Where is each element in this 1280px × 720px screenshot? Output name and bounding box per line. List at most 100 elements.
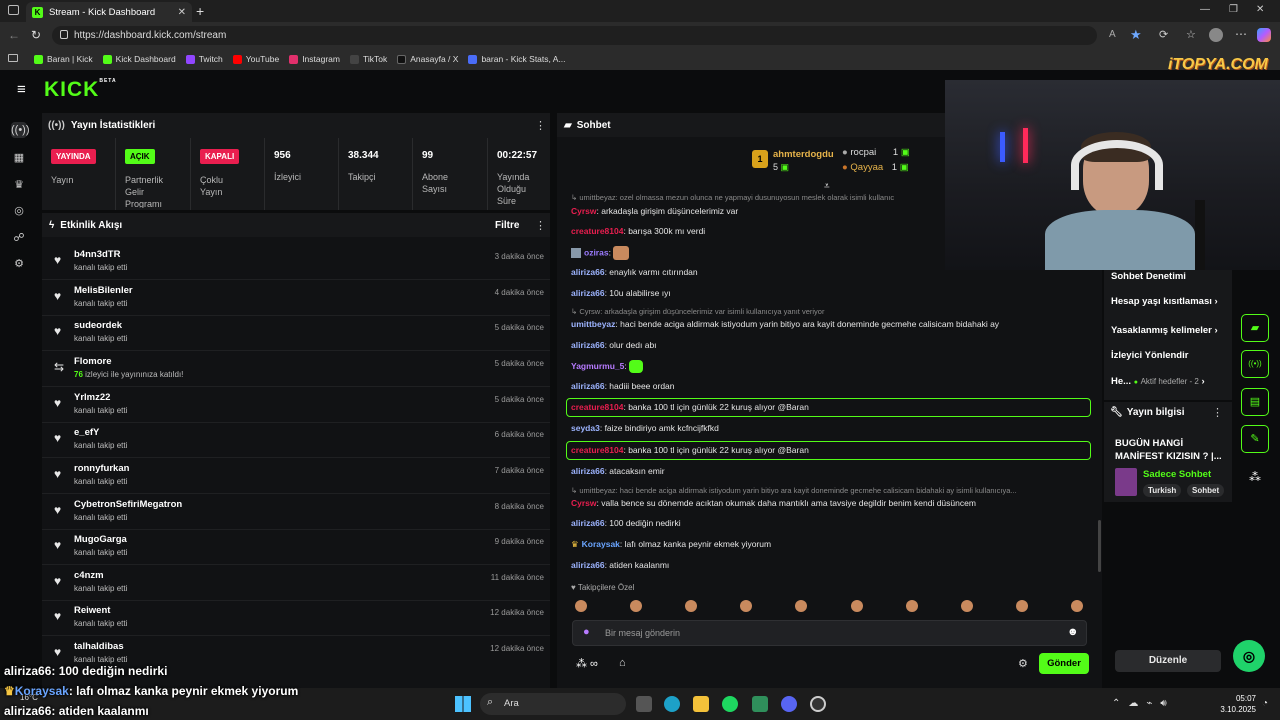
chat-username[interactable]: Yagmurmu_5 [571, 361, 624, 371]
new-tab-button[interactable]: + [196, 3, 204, 19]
bookmark-item[interactable]: Kick Dashboard [102, 54, 176, 64]
leaderboard-first[interactable]: ahmterdogdu [773, 149, 834, 160]
chat-username[interactable]: umittbeyaz [571, 319, 615, 329]
chat-tools-icon[interactable]: ⁂ ∞ [576, 657, 598, 670]
file-explorer-icon[interactable] [693, 696, 709, 712]
clips-icon[interactable]: ◎ [11, 203, 27, 219]
chat-toggle-icon[interactable]: ▰ [1241, 314, 1269, 342]
account-age-link[interactable]: Hesap yaşı kısıtlaması › [1111, 296, 1218, 307]
tab-close-icon[interactable]: ✕ [178, 7, 186, 18]
analytics-icon[interactable]: ▦ [11, 150, 27, 166]
microphone-icon[interactable]: ● [583, 626, 590, 638]
chat-username[interactable]: creature8104 [571, 445, 623, 455]
bookmark-item[interactable]: Baran | Kick [34, 54, 93, 64]
chat-username[interactable]: aliriza66 [571, 560, 605, 570]
emoji-icon[interactable] [851, 600, 863, 612]
filter-button[interactable]: Filtre [495, 220, 519, 231]
activity-user[interactable]: Yrlmz22 [74, 392, 110, 403]
url-input[interactable]: https://dashboard.kick.com/stream [52, 26, 1097, 45]
help-chat-button[interactable]: ◎ [1233, 640, 1265, 672]
chat-username[interactable]: aliriza66 [571, 267, 605, 277]
chat-username[interactable]: aliriza66 [571, 288, 605, 298]
emoji-icon[interactable] [685, 600, 697, 612]
obs-icon[interactable] [810, 696, 826, 712]
category-name[interactable]: Sadece Sohbet [1143, 469, 1211, 480]
community-icon[interactable]: ☍ [11, 230, 27, 246]
emoji-icon[interactable] [1071, 600, 1083, 612]
emoji-icon[interactable] [630, 600, 642, 612]
clock[interactable]: 05:07 3.10.2025 [1220, 693, 1256, 715]
viewer-redirect-link[interactable]: İzleyici Yönlendir [1111, 350, 1188, 361]
activity-user[interactable]: MelisBilenler [74, 285, 133, 296]
kick-logo[interactable]: KICKBETA [44, 78, 117, 102]
hamburger-menu-icon[interactable]: ≡ [17, 82, 26, 97]
activity-user[interactable]: e_efY [74, 427, 99, 438]
activity-user[interactable]: c4nzm [74, 570, 104, 581]
chat-username[interactable]: creature8104 [571, 226, 623, 236]
edit-button[interactable]: Düzenle [1115, 650, 1221, 672]
chat-username[interactable]: Cyrsw [571, 498, 597, 508]
edge-icon[interactable] [664, 696, 680, 712]
bookmark-menu-icon[interactable] [8, 54, 18, 62]
tray-icons[interactable]: ⌃☁⌁🔊︎ [1112, 698, 1175, 709]
leaderboard-third[interactable]: ● Qayyaa 1 ▣ [842, 162, 909, 173]
chat-username[interactable]: aliriza66 [571, 381, 605, 391]
stream-nav-icon[interactable]: ((•)) [11, 122, 30, 138]
maximize-button[interactable]: ❐ [1229, 4, 1238, 15]
app-icon[interactable] [752, 696, 768, 712]
chat-username[interactable]: aliriza66 [571, 518, 605, 528]
layout-toggle-icon[interactable]: ▤ [1241, 388, 1269, 416]
read-aloud-icon[interactable]: A [1109, 29, 1116, 40]
task-view-icon[interactable] [636, 696, 652, 712]
activity-user[interactable]: MugoGarga [74, 534, 127, 545]
emoji-picker-icon[interactable]: ☻ [1067, 626, 1079, 638]
bookmark-item[interactable]: baran - Kick Stats, A... [468, 54, 566, 64]
bookmark-item[interactable]: Twitch [185, 54, 223, 64]
extensions-icon[interactable]: ⟳ [1159, 28, 1168, 41]
spotify-icon[interactable] [722, 696, 738, 712]
trophy-icon[interactable]: ♛ [11, 177, 27, 193]
minimize-button[interactable]: — [1200, 4, 1210, 15]
activity-more-icon[interactable]: ⋮ [535, 219, 546, 232]
collections-icon[interactable]: ☆ [1186, 28, 1196, 41]
more-menu-icon[interactable]: ⋯ [1235, 27, 1247, 41]
chat-moderation-link[interactable]: Sohbet Denetimi [1111, 271, 1186, 282]
banned-words-link[interactable]: Yasaklanmış kelimeler › [1111, 325, 1218, 336]
emoji-icon[interactable] [795, 600, 807, 612]
browser-tab[interactable]: K Stream - Kick Dashboard ✕ [26, 2, 192, 22]
sidebar-toggle-icon[interactable] [8, 5, 19, 15]
send-button[interactable]: Gönder [1039, 653, 1089, 674]
leaderboard-second[interactable]: ● rocpai 1 ▣ [842, 147, 910, 158]
emoji-icon[interactable] [740, 600, 752, 612]
activity-user[interactable]: talhaldibas [74, 641, 124, 652]
bookmark-item[interactable]: YouTube [232, 54, 279, 64]
chat-username[interactable]: oziras [584, 247, 609, 257]
bookmark-item[interactable]: TikTok [349, 54, 387, 64]
chat-username[interactable]: Cyrsw [571, 206, 597, 216]
tools-toggle-icon[interactable]: ✎ [1241, 425, 1269, 453]
chat-scrollbar[interactable] [1098, 520, 1101, 572]
favorite-star-icon[interactable]: ★ [1130, 27, 1142, 43]
chat-username[interactable]: seyda3 [571, 423, 600, 433]
profile-avatar[interactable] [1209, 28, 1223, 42]
notification-bell-icon[interactable]: ◔ [1262, 698, 1268, 709]
store-icon[interactable]: ⌂ [619, 657, 626, 669]
goals-link[interactable]: He... ● Aktif hedefler - 2 › [1111, 376, 1205, 387]
stats-more-icon[interactable]: ⋮ [535, 119, 546, 132]
window-close-button[interactable]: ✕ [1256, 4, 1264, 15]
windows-start-icon[interactable] [455, 696, 471, 712]
tag-chip[interactable]: Sohbet [1187, 484, 1225, 497]
copilot-icon[interactable] [1257, 28, 1271, 42]
activity-user[interactable]: b4nn3dTR [74, 249, 120, 260]
collapse-chevron-icon[interactable]: ⩡ [824, 181, 830, 192]
back-button[interactable]: ← [8, 28, 20, 42]
emoji-icon[interactable] [906, 600, 918, 612]
add-widget-icon[interactable]: ⁂ [1249, 470, 1261, 484]
activity-user[interactable]: CybetronSefiriMegatron [74, 499, 182, 510]
chat-username[interactable]: creature8104 [571, 402, 623, 412]
chat-username[interactable]: aliriza66 [571, 466, 605, 476]
activity-user[interactable]: sudeordek [74, 320, 122, 331]
chat-username[interactable]: Koraysak [582, 539, 620, 549]
reload-button[interactable]: ↻ [31, 28, 41, 42]
stream-info-more-icon[interactable]: ⋮ [1212, 406, 1223, 419]
